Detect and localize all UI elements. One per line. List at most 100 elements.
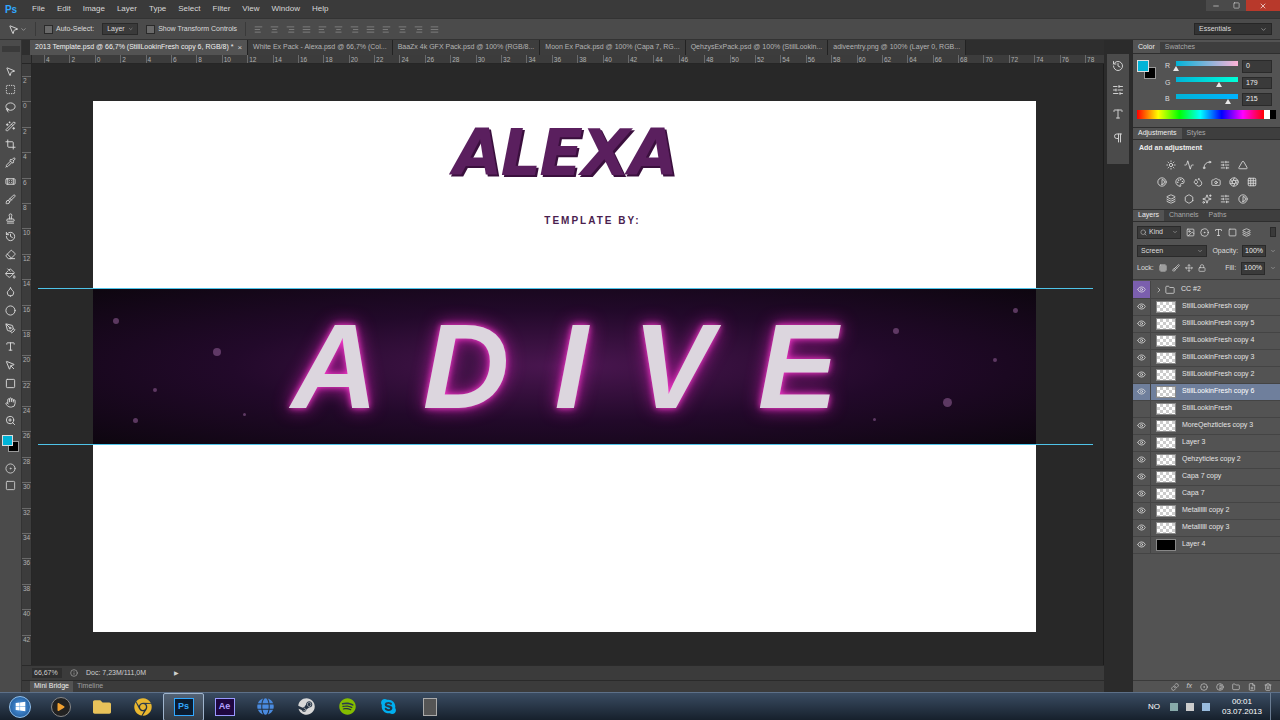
auto-select-target-dropdown[interactable]: Layer [102,23,138,36]
layer-row[interactable]: Capa 7 copy [1133,469,1280,486]
visibility-toggle[interactable] [1133,417,1151,434]
guide-line[interactable] [38,444,1093,445]
info-icon[interactable] [70,669,78,677]
selective-color-icon[interactable] [1237,193,1249,205]
align-icon[interactable] [318,25,327,34]
align-icon[interactable] [254,25,263,34]
visibility-toggle[interactable] [1133,502,1151,519]
properties-panel-icon[interactable] [1112,84,1124,96]
align-icon[interactable] [366,25,375,34]
taskbar-app[interactable]: Ae [204,693,245,720]
visibility-toggle[interactable] [1133,536,1151,553]
blur-tool-icon[interactable] [4,285,18,299]
layer-row[interactable]: StillLookinFresh copy 6 [1133,384,1280,401]
path-selection-tool-icon[interactable] [4,358,18,372]
start-button[interactable] [0,693,40,720]
utility-icon[interactable] [409,693,450,720]
align-icon[interactable] [350,25,359,34]
foreground-swatch[interactable] [2,435,13,446]
threshold-icon[interactable] [1201,193,1213,205]
align-icon[interactable] [270,25,279,34]
layer-row[interactable]: Metallllll copy 2 [1133,503,1280,520]
brightness-icon[interactable] [1165,159,1177,171]
visibility-toggle[interactable] [1133,332,1151,349]
lock-pixels-icon[interactable] [1172,264,1180,272]
layer-style-button[interactable]: fx [1187,681,1192,692]
menu-item[interactable]: Layer [111,3,143,15]
color-swatches[interactable] [2,435,20,453]
panel-tab[interactable]: Adjustments [1133,128,1182,139]
visibility-toggle[interactable] [1133,366,1151,383]
new-group-icon[interactable] [1232,683,1240,691]
color-balance-icon[interactable] [1174,176,1186,188]
document-canvas[interactable]: ALEXATEMPLATE BY:ADIVE [93,101,1036,632]
link-layers-icon[interactable] [1171,683,1179,691]
photo-filter-icon[interactable] [1210,176,1222,188]
layer-row[interactable]: MoreQehzticles copy 3 [1133,418,1280,435]
zoom-field[interactable]: 66,67% [32,668,62,679]
minimize-icon[interactable] [1206,0,1226,11]
layer-row[interactable]: StillLookinFresh [1133,401,1280,418]
language-indicator[interactable]: NO [1142,701,1166,713]
visibility-toggle[interactable] [1133,281,1151,298]
align-icon[interactable] [382,25,391,34]
guide-line[interactable] [38,288,1093,289]
posterize-icon[interactable] [1183,193,1195,205]
pixel-filter-icon[interactable] [1186,228,1195,237]
lasso-tool-icon[interactable] [4,101,18,115]
visibility-toggle[interactable] [1133,485,1151,502]
slider-marker[interactable] [1216,82,1222,87]
transform-controls-checkbox[interactable]: Show Transform Controls [146,24,237,35]
visibility-toggle[interactable] [1133,434,1151,451]
color-channel-slider[interactable] [1176,61,1238,72]
tab-close-button[interactable]: × [237,42,242,54]
document-tab[interactable]: Moon Ex Pack.psd @ 100% (Capa 7, RG... [540,40,685,55]
menu-item[interactable]: Image [77,3,111,15]
adjustment-layer-icon[interactable] [1216,683,1224,691]
layer-row[interactable]: StillLookinFresh copy [1133,299,1280,316]
color-channel-value[interactable]: 215 [1242,93,1272,106]
filter-toggle[interactable] [1270,227,1276,237]
exposure-icon[interactable] [1219,159,1231,171]
show-desktop-button[interactable] [1270,693,1280,720]
document-tab[interactable]: QehzysExPack.psd @ 100% (StillLookin... [686,40,829,55]
dodge-tool-icon[interactable] [4,303,18,317]
layer-row[interactable]: StillLookinFresh copy 4 [1133,333,1280,350]
levels-icon[interactable] [1183,159,1195,171]
menu-item[interactable]: Edit [51,3,77,15]
clock[interactable]: 00:0103.07.2013 [1214,697,1270,717]
crop-tool-icon[interactable] [4,138,18,152]
color-channel-slider[interactable] [1176,94,1238,105]
visibility-toggle[interactable] [1133,451,1151,468]
align-icon[interactable] [286,25,295,34]
paint-bucket-tool-icon[interactable] [4,266,18,280]
character-panel-icon[interactable] [1112,108,1124,120]
zoom-tool-icon[interactable] [4,413,18,427]
panel-tab[interactable]: Paths [1204,210,1232,221]
layer-row[interactable]: Capa 7 [1133,486,1280,503]
workspace-dropdown[interactable]: Essentials [1194,23,1272,36]
chrome-icon[interactable] [122,693,163,720]
fill-field[interactable]: 100% [1241,262,1265,275]
delete-layer-icon[interactable] [1264,683,1272,691]
black-white-icon[interactable] [1192,176,1204,188]
menu-item[interactable]: Type [143,3,172,15]
layer-row[interactable]: StillLookinFresh copy 3 [1133,350,1280,367]
taskbar-app[interactable]: Ps [163,693,204,720]
align-icon[interactable] [334,25,343,34]
skype-icon[interactable] [368,693,409,720]
history-brush-tool-icon[interactable] [4,230,18,244]
pen-tool-icon[interactable] [4,321,18,335]
paragraph-panel-icon[interactable] [1112,132,1124,144]
spotify-icon[interactable] [327,693,368,720]
add-mask-icon[interactable] [1200,683,1208,691]
visibility-toggle[interactable] [1133,383,1151,400]
explorer-icon[interactable] [81,693,122,720]
layer-row[interactable]: Layer 3 [1133,435,1280,452]
layer-row[interactable]: Layer 4 [1133,537,1280,554]
document-tab[interactable]: 2013 Template.psd @ 66,7% (StillLookinFr… [30,40,248,55]
type-filter-icon[interactable] [1214,228,1223,237]
tray-icon[interactable] [1170,703,1178,711]
document-tab[interactable]: White Ex Pack - Alexa.psd @ 66,7% (Col..… [248,40,393,55]
layer-row[interactable]: StillLookinFresh copy 2 [1133,367,1280,384]
